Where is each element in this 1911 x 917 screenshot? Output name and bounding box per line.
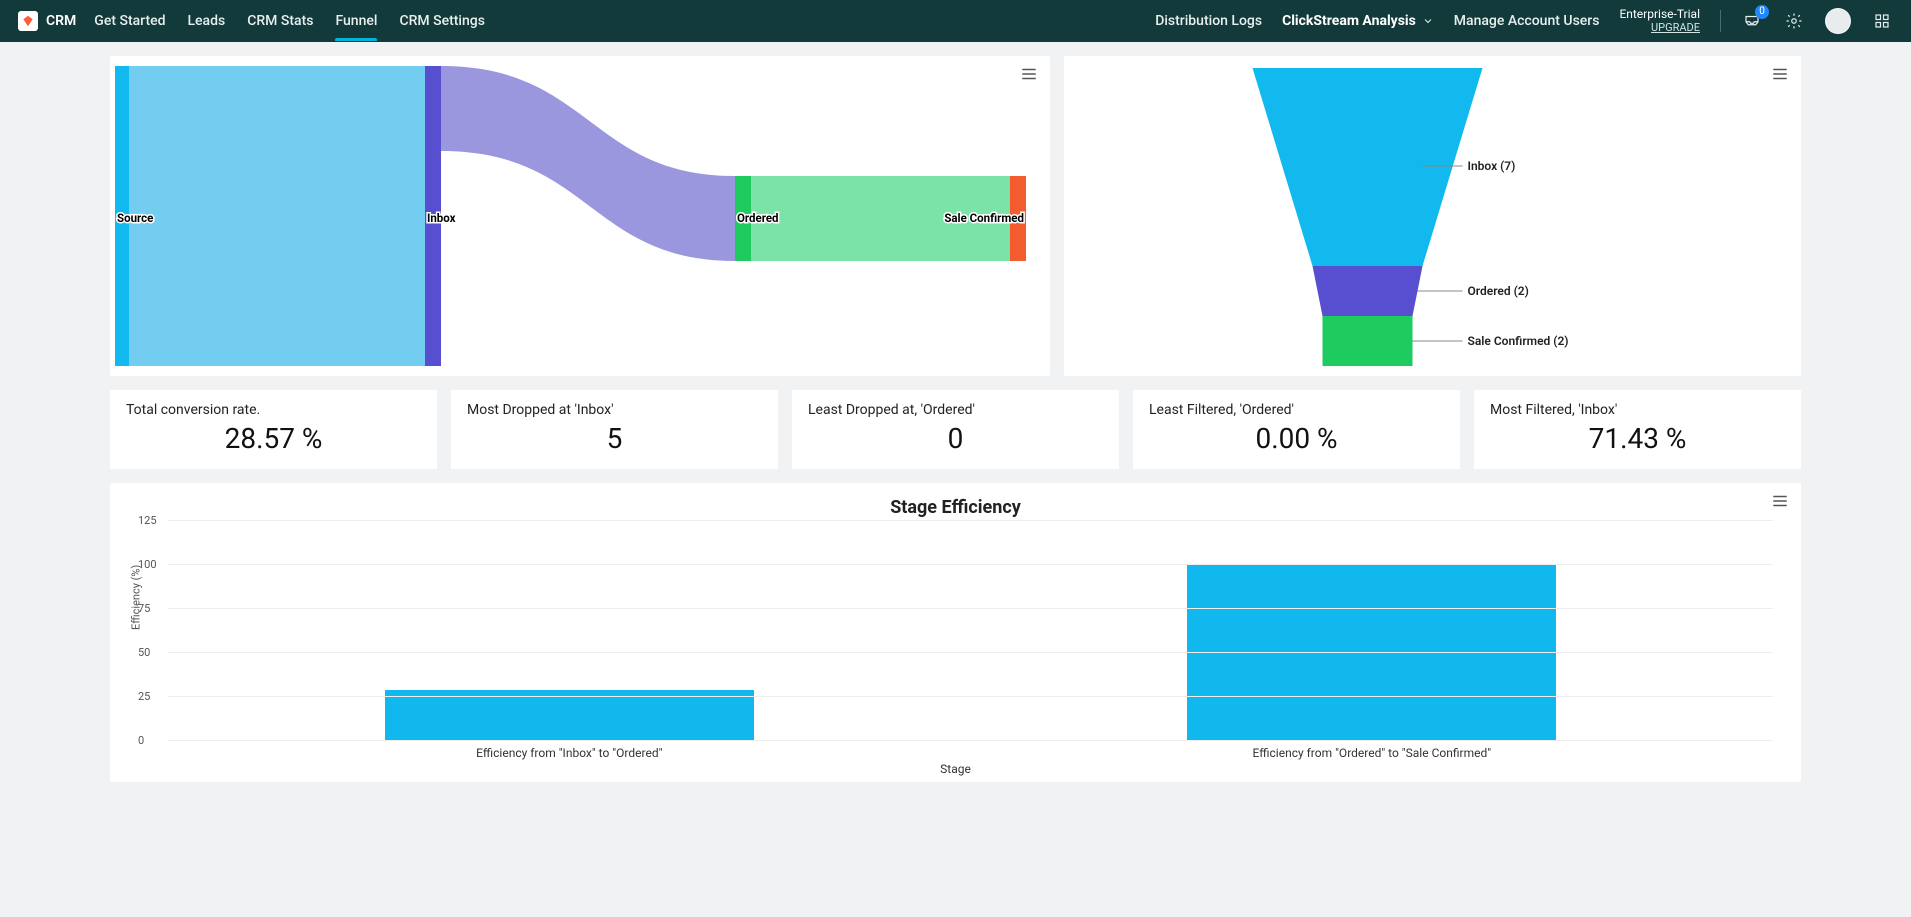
topbar: CRM Get Started Leads CRM Stats Funnel CRM S… (0, 0, 1911, 42)
chart-menu-button[interactable] (1771, 493, 1789, 512)
sankey-chart: Source Inbox Ordered Sale Confirmed (110, 56, 1050, 376)
nav-crm-stats[interactable]: CRM Stats (247, 2, 313, 40)
stat-value: 5 (467, 422, 762, 455)
avatar[interactable] (1825, 8, 1851, 34)
chart-menu-button[interactable] (1771, 66, 1789, 85)
trial-line1: Enterprise-Trial (1619, 8, 1700, 21)
main-nav: Get Started Leads CRM Stats Funnel CRM Setti… (94, 2, 485, 40)
funnel-label-0: Inbox (7) (1468, 159, 1516, 173)
stat-value: 28.57 % (126, 422, 421, 455)
gridline: 100 (168, 564, 1773, 565)
xtick-label: Efficiency from "Ordered" to "Sale Confi… (971, 740, 1774, 760)
gridline: 50 (168, 652, 1773, 653)
stat-label: Total conversion rate. (126, 402, 421, 418)
sankey-label-sale: Sale Confirmed (944, 211, 1024, 225)
stat-card: Most Dropped at 'Inbox' 5 (451, 390, 778, 469)
bar-chart-area: 0 25 50 75 100 125 (168, 520, 1773, 740)
bar-chart-xlabel: Stage (128, 762, 1783, 776)
apps-button[interactable] (1871, 10, 1893, 32)
chevron-down-icon (1422, 15, 1434, 27)
ytick-label: 125 (138, 514, 157, 527)
bar-chart-card: Stage Efficiency Efficiency (%) 0 25 50 75 1… (110, 483, 1801, 782)
stats-row: Total conversion rate. 28.57 % Most Droppe… (110, 390, 1801, 469)
ytick-label: 0 (138, 734, 144, 747)
ytick-label: 50 (138, 646, 150, 659)
gridline: 75 (168, 608, 1773, 609)
inbox-button[interactable]: 0 (1741, 10, 1763, 32)
bar-chart-xlabels: Efficiency from "Inbox" to "Ordered"Effi… (168, 740, 1773, 760)
funnel-label-2: Sale Confirmed (2) (1468, 334, 1569, 348)
divider (1720, 10, 1721, 32)
bar (385, 690, 754, 740)
link-manage-users[interactable]: Manage Account Users (1454, 13, 1600, 29)
trial-upgrade: UPGRADE (1619, 22, 1700, 34)
sankey-label-source: Source (117, 211, 153, 225)
nav-leads[interactable]: Leads (188, 2, 226, 40)
brand[interactable]: CRM (18, 11, 76, 31)
stat-card: Most Filtered, 'Inbox' 71.43 % (1474, 390, 1801, 469)
bar-chart-ylabel: Efficiency (%) (130, 565, 143, 630)
dropdown-clickstream[interactable]: ClickStream Analysis (1282, 13, 1434, 29)
stat-card: Least Filtered, 'Ordered' 0.00 % (1133, 390, 1460, 469)
ytick-label: 75 (138, 602, 150, 615)
hamburger-icon (1771, 67, 1789, 81)
ytick-label: 100 (138, 558, 157, 571)
stat-card: Least Dropped at, 'Ordered' 0 (792, 390, 1119, 469)
hamburger-icon (1771, 494, 1789, 508)
settings-button[interactable] (1783, 10, 1805, 32)
ytick-label: 25 (138, 690, 150, 703)
brand-icon (18, 11, 38, 31)
topbar-right: Distribution Logs ClickStream Analysis M… (1155, 8, 1893, 34)
stat-value: 0.00 % (1149, 422, 1444, 455)
sankey-label-ordered: Ordered (737, 211, 779, 225)
nav-crm-settings[interactable]: CRM Settings (399, 2, 484, 40)
notification-badge: 0 (1755, 5, 1769, 19)
sankey-label-inbox: Inbox (427, 211, 456, 225)
brand-label: CRM (46, 13, 76, 29)
funnel-chart: Inbox (7) Ordered (2) Sale Confirmed (2) (1064, 56, 1801, 376)
sankey-card: Source Inbox Ordered Sale Confirmed (110, 56, 1050, 376)
stat-label: Least Filtered, 'Ordered' (1149, 402, 1444, 418)
dropdown-clickstream-label: ClickStream Analysis (1282, 13, 1416, 29)
stat-label: Least Dropped at, 'Ordered' (808, 402, 1103, 418)
gridline: 125 (168, 520, 1773, 521)
xtick-label: Efficiency from "Inbox" to "Ordered" (168, 740, 971, 760)
stat-label: Most Dropped at 'Inbox' (467, 402, 762, 418)
stat-label: Most Filtered, 'Inbox' (1490, 402, 1785, 418)
nav-get-started[interactable]: Get Started (94, 2, 165, 40)
chart-menu-button[interactable] (1020, 66, 1038, 85)
bar-column (971, 520, 1774, 740)
stat-value: 71.43 % (1490, 422, 1785, 455)
apps-grid-icon (1873, 12, 1891, 30)
bar-column (168, 520, 971, 740)
gridline: 0 (168, 740, 1773, 741)
gear-icon (1785, 12, 1803, 30)
hamburger-icon (1020, 67, 1038, 81)
funnel-card: Inbox (7) Ordered (2) Sale Confirmed (2) (1064, 56, 1801, 376)
stat-card: Total conversion rate. 28.57 % (110, 390, 437, 469)
funnel-label-1: Ordered (2) (1468, 284, 1529, 298)
nav-funnel[interactable]: Funnel (335, 2, 377, 40)
content: Source Inbox Ordered Sale Confirmed (0, 42, 1911, 812)
bar-chart-title: Stage Efficiency (128, 497, 1783, 518)
gridline: 25 (168, 696, 1773, 697)
trial-badge[interactable]: Enterprise-Trial UPGRADE (1619, 8, 1700, 33)
link-distribution-logs[interactable]: Distribution Logs (1155, 13, 1262, 29)
row-charts: Source Inbox Ordered Sale Confirmed (110, 56, 1801, 376)
stat-value: 0 (808, 422, 1103, 455)
